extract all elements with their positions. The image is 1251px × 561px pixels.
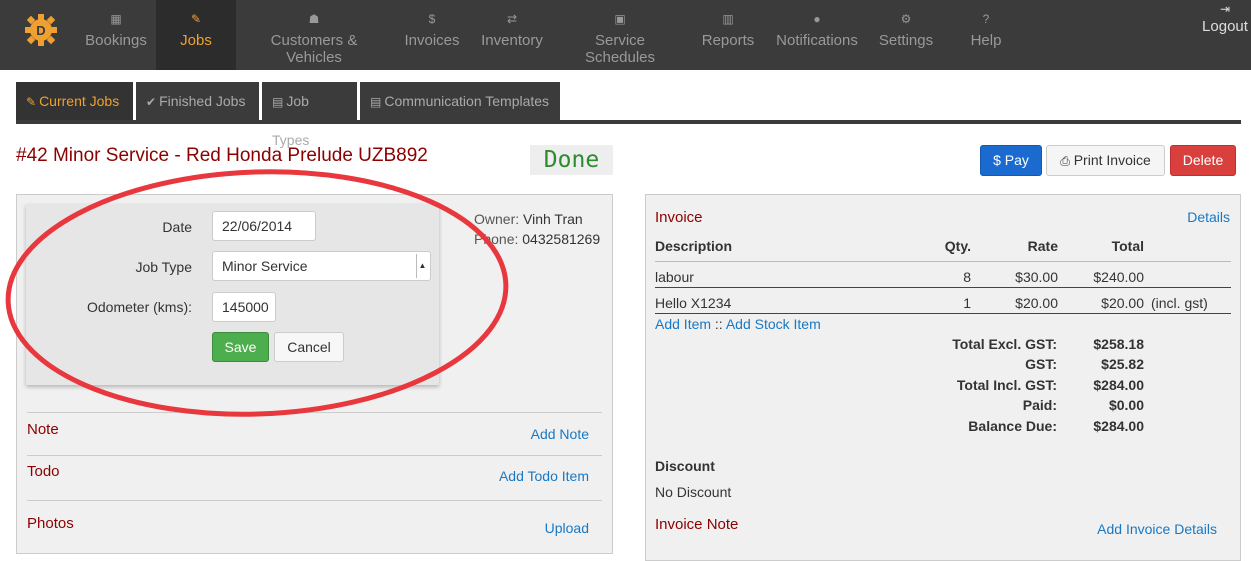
nav-service-schedules[interactable]: ▣ Service Schedules — [560, 10, 680, 66]
sign-out-icon: ⇥ — [1219, 2, 1231, 16]
job-title: #42 Minor Service - Red Honda Prelude UZ… — [16, 145, 428, 166]
invoice-title: Invoice — [655, 209, 703, 226]
select-arrow-icon: ▲ — [416, 254, 428, 278]
invoice-row-qty: 1 — [963, 295, 971, 311]
divider — [27, 455, 602, 456]
divider — [655, 313, 1231, 314]
tab-job-types[interactable]: ▤ Job Types — [262, 82, 357, 148]
invoice-row-rate: $20.00 — [1015, 295, 1058, 311]
add-invoice-details-link[interactable]: Add Invoice Details — [1060, 521, 1217, 537]
save-button[interactable]: Save — [212, 332, 269, 362]
total-excl-gst-value: $258.18 — [1093, 336, 1144, 352]
wrench-icon: ✎ — [26, 95, 37, 109]
cancel-button[interactable]: Cancel — [274, 332, 344, 362]
job-type-select[interactable]: Minor Service ▲ — [212, 251, 431, 281]
divider — [27, 500, 602, 501]
calendar-small-icon: ▣ — [614, 12, 626, 26]
col-description: Description — [655, 238, 733, 254]
delete-button[interactable]: Delete — [1170, 145, 1236, 176]
add-todo-link[interactable]: Add Todo Item — [469, 468, 589, 484]
print-icon: ⎙ — [1060, 154, 1070, 168]
tab-communication-templates[interactable]: ▤ Communication Templates — [360, 82, 560, 120]
cogs-icon: ⚙ — [900, 12, 912, 26]
col-rate: Rate — [1027, 238, 1058, 254]
file-icon: ▤ — [272, 95, 284, 109]
todo-label: Todo — [27, 463, 60, 480]
top-navbar: D ▦ Bookings ✎ Jobs ☗ Customers & Vehicl… — [0, 0, 1251, 70]
nav-logout[interactable]: ⇥ Logout — [1198, 0, 1251, 35]
balance-due-value: $284.00 — [1093, 418, 1144, 434]
divider — [27, 412, 602, 413]
total-incl-gst-label: Total Incl. GST: — [956, 377, 1057, 393]
wrench-icon: ✎ — [190, 12, 202, 26]
sub-tab-bar: ✎ Current Jobs ✔ Finished Jobs ▤ Job Types … — [16, 82, 1241, 148]
gst-value: $25.82 — [1101, 356, 1144, 372]
calendar-icon: ▦ — [110, 12, 122, 26]
gst-label: GST: — [1025, 356, 1057, 372]
total-excl-gst-label: Total Excl. GST: — [952, 336, 1057, 352]
dollar-icon: $ — [428, 12, 436, 26]
invoice-row-gst-note: (incl. gst) — [1151, 295, 1208, 311]
tab-current-jobs[interactable]: ✎ Current Jobs — [16, 82, 133, 120]
upload-link[interactable]: Upload — [489, 520, 589, 536]
print-invoice-button[interactable]: ⎙ Print Invoice — [1046, 145, 1165, 176]
paid-label: Paid: — [1022, 397, 1057, 413]
pay-button[interactable]: $ Pay — [980, 145, 1042, 176]
nav-notifications[interactable]: ● Notifications — [776, 10, 858, 49]
add-item-links: Add Item :: Add Stock Item — [655, 316, 821, 332]
note-label: Note — [27, 421, 59, 438]
divider — [655, 261, 1231, 262]
owner-phone: 0432581269 — [522, 231, 601, 247]
invoice-row-description: labour — [655, 269, 694, 285]
exchange-icon: ⇄ — [506, 12, 518, 26]
col-qty: Qty. — [944, 238, 971, 254]
nav-jobs[interactable]: ✎ Jobs — [156, 0, 236, 70]
invoice-row-rate: $30.00 — [1015, 269, 1058, 285]
add-item-link[interactable]: Add Item — [655, 316, 711, 332]
invoice-row-description: Hello X1234 — [655, 295, 732, 311]
job-status-badge: Done — [530, 145, 613, 175]
photos-label: Photos — [27, 515, 74, 532]
invoice-row-total: $20.00 — [1101, 295, 1144, 311]
total-incl-gst-value: $284.00 — [1093, 377, 1144, 393]
file-icon: ▤ — [370, 95, 382, 109]
invoice-details-link[interactable]: Details — [1160, 209, 1230, 225]
add-stock-item-link[interactable]: Add Stock Item — [726, 316, 821, 332]
nav-invoices[interactable]: $ Invoices — [402, 10, 462, 49]
question-icon: ? — [982, 12, 990, 26]
check-icon: ✔ — [146, 95, 157, 109]
discount-label: Discount — [655, 458, 715, 474]
divider — [655, 287, 1231, 288]
users-icon: ☗ — [308, 12, 320, 26]
tab-finished-jobs[interactable]: ✔ Finished Jobs — [136, 82, 259, 120]
balance-due-label: Balance Due: — [968, 418, 1057, 434]
discount-value: No Discount — [655, 484, 732, 500]
odometer-field[interactable]: 145000 — [212, 292, 276, 322]
col-total: Total — [1111, 238, 1144, 254]
odometer-label: Odometer (kms): — [86, 299, 192, 315]
date-field[interactable]: 22/06/2014 — [212, 211, 316, 241]
owner-name: Vinh Tran — [523, 211, 583, 227]
nav-settings[interactable]: ⚙ Settings — [876, 10, 936, 49]
add-note-link[interactable]: Add Note — [489, 426, 589, 442]
nav-inventory[interactable]: ⇄ Inventory — [480, 10, 544, 49]
date-label: Date — [162, 219, 192, 235]
job-type-label: Job Type — [135, 259, 192, 275]
bar-chart-icon: ▥ — [722, 12, 734, 26]
nav-help[interactable]: ? Help — [962, 10, 1010, 49]
info-icon: ● — [813, 12, 821, 26]
invoice-note-label: Invoice Note — [655, 516, 739, 533]
nav-reports[interactable]: ▥ Reports — [700, 10, 756, 49]
nav-customers-vehicles[interactable]: ☗ Customers & Vehicles — [244, 10, 384, 66]
nav-bookings[interactable]: ▦ Bookings — [82, 10, 150, 49]
svg-text:D: D — [36, 23, 45, 38]
invoice-row-total: $240.00 — [1093, 269, 1144, 285]
invoice-row-qty: 8 — [963, 269, 971, 285]
paid-value: $0.00 — [1108, 397, 1144, 413]
owner-info: Owner: Vinh Tran Phone: 0432581269 — [474, 211, 601, 247]
app-logo-icon[interactable]: D — [18, 8, 68, 53]
